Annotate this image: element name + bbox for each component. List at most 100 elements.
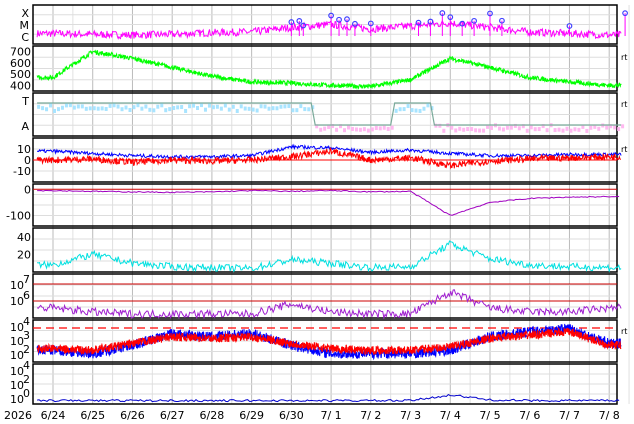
sector-mark xyxy=(386,126,390,131)
sector-mark xyxy=(466,127,470,132)
y-tick-label: 500 xyxy=(10,68,31,81)
sector-mark xyxy=(271,106,275,111)
sector-mark xyxy=(72,105,76,110)
sector-mark xyxy=(96,106,100,111)
x-tick-label: 7/ 2 xyxy=(360,409,381,422)
sector-mark xyxy=(80,104,84,109)
neutron-series xyxy=(37,393,620,403)
sector-mark xyxy=(505,125,509,130)
sector-mark xyxy=(176,105,180,110)
imf-bz-series xyxy=(36,146,621,170)
sector-mark xyxy=(275,106,279,111)
x-axis: 2026 6/24 6/25 6/26 6/27 6/28 6/29 6/30 7/ 1 7/ … xyxy=(4,409,620,422)
y-tick-label: 0 xyxy=(24,183,31,196)
sector-mark xyxy=(442,128,446,133)
sector-mark xyxy=(196,106,200,111)
unit-mark: rt xyxy=(621,145,627,154)
y-tick-label: 400 xyxy=(10,79,31,92)
sector-mark xyxy=(307,107,311,112)
y-tick-label: 10 xyxy=(10,321,24,334)
x-tick-label: 6/28 xyxy=(200,409,225,422)
sector-mark xyxy=(164,108,168,113)
sector-mark xyxy=(287,104,291,109)
sector-mark xyxy=(41,106,45,111)
sector-mark xyxy=(482,128,486,133)
sector-mark xyxy=(490,125,494,130)
sector-mark xyxy=(617,127,621,132)
sector-mark xyxy=(533,127,537,132)
sector-mark xyxy=(49,103,53,108)
sector-mark xyxy=(255,108,259,113)
sector-mark xyxy=(478,128,482,133)
sector-mark xyxy=(136,103,140,108)
sector-mark xyxy=(537,127,541,132)
sector-mark xyxy=(104,106,108,111)
y-tick-label: 10 xyxy=(10,279,24,292)
x-tick-label: 7/ 7 xyxy=(559,409,580,422)
y-tick-label: 3 xyxy=(23,329,30,342)
y-tick-label: 10 xyxy=(10,295,24,308)
sector-mark xyxy=(124,105,128,110)
sector-mark xyxy=(184,108,188,113)
sector-mark xyxy=(140,106,144,111)
sector-mark xyxy=(128,107,132,112)
sector-mark xyxy=(561,128,565,133)
x-tick-label: 6/27 xyxy=(160,409,185,422)
sector-mark xyxy=(299,104,303,109)
sector-mark xyxy=(462,127,466,132)
sector-mark xyxy=(64,103,68,108)
sector-mark xyxy=(410,108,414,113)
sector-mark xyxy=(148,107,152,112)
sector-mark xyxy=(283,104,287,109)
imf-bt-series xyxy=(36,143,622,160)
sector-mark xyxy=(203,107,207,112)
y-tick-label: 700 xyxy=(10,46,31,59)
sector-mark xyxy=(235,108,239,113)
y-tick-label: 4 xyxy=(23,359,30,372)
sector-mark xyxy=(92,106,96,111)
y-tick-label: 2 xyxy=(23,373,30,386)
sector-mark xyxy=(378,126,382,131)
sector-mark xyxy=(168,107,172,112)
sector-mark xyxy=(450,125,454,130)
sector-mark xyxy=(192,103,196,108)
sector-mark xyxy=(382,125,386,130)
sector-mark xyxy=(152,108,156,113)
sector-mark xyxy=(259,104,263,109)
x-tick-label: 7/ 6 xyxy=(519,409,540,422)
x-tick-label: 7/ 3 xyxy=(400,409,421,422)
sector-mark xyxy=(565,126,569,131)
sector-mark xyxy=(358,127,362,132)
sector-mark xyxy=(219,106,223,111)
sector-mark xyxy=(180,105,184,110)
y-tick-label: 4 xyxy=(23,315,30,328)
x-tick-label: 7/ 1 xyxy=(320,409,341,422)
sector-mark xyxy=(390,125,394,130)
sector-mark xyxy=(422,106,426,111)
sector-mark xyxy=(374,125,378,130)
y-tick-label: -100 xyxy=(6,210,31,223)
y-tick-label: 10 xyxy=(10,335,24,348)
y-tick-label: 10 xyxy=(10,393,24,406)
sector-mark xyxy=(350,126,354,131)
sector-mark xyxy=(470,127,474,132)
sector-mark xyxy=(207,103,211,108)
x-tick-label: 7/ 5 xyxy=(479,409,500,422)
x-tick-label: 6/30 xyxy=(279,409,304,422)
year-label: 2026 xyxy=(4,409,32,422)
sector-mark xyxy=(418,108,422,113)
y-tick-label: 20 xyxy=(17,248,31,261)
sector-mark xyxy=(303,107,307,112)
sector-mark xyxy=(295,108,299,113)
y-tick-label: 40 xyxy=(17,231,31,244)
unit-mark: rt xyxy=(621,100,627,109)
sector-mark xyxy=(239,104,243,109)
sector-mark xyxy=(370,127,374,132)
proton-series xyxy=(36,289,622,320)
sector-mark xyxy=(68,103,72,108)
sector-mark xyxy=(335,127,339,132)
x-tick-label: 7/ 8 xyxy=(599,409,620,422)
sector-mark xyxy=(525,128,529,133)
sector-mark xyxy=(172,106,176,111)
y-tick-label: 0 xyxy=(23,387,30,400)
